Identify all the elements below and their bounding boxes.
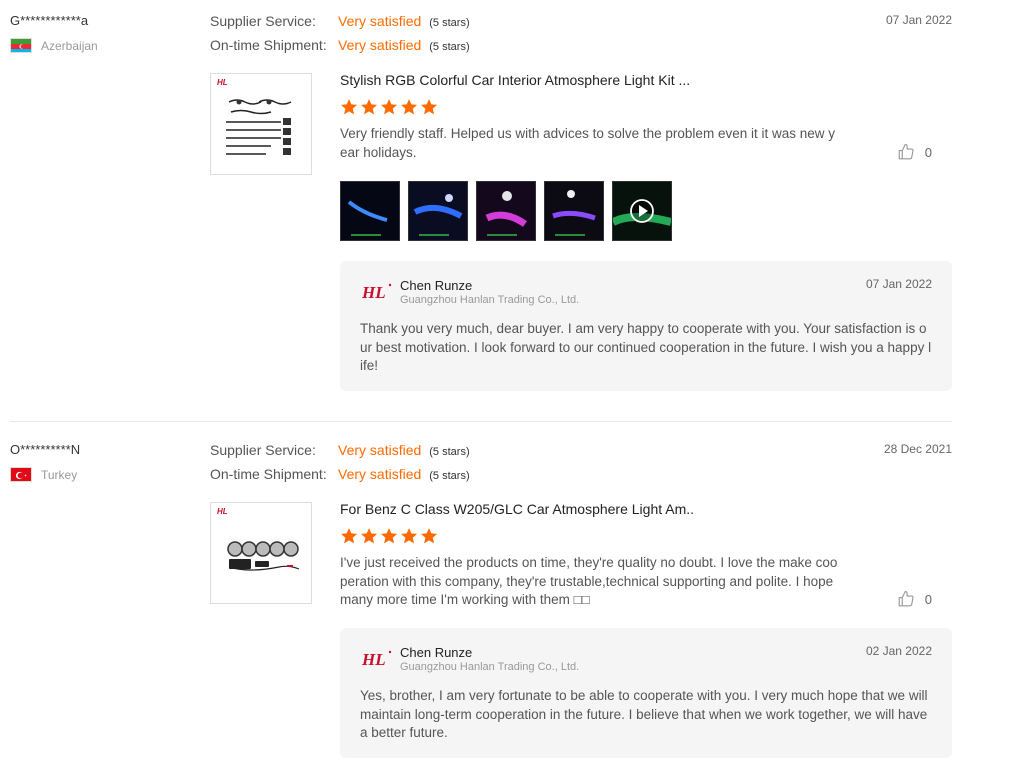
rating-stars-count: (5 stars) bbox=[429, 446, 470, 458]
rating-label: On-time Shipment: bbox=[210, 37, 327, 53]
supplier-logo: HL bbox=[361, 283, 392, 302]
review-item: G************a Azerbaijan Supplier Servi… bbox=[10, 0, 952, 420]
supplier-logo-text: HL bbox=[361, 650, 386, 669]
buyer-name: G************a bbox=[10, 13, 89, 28]
rating-label: On-time Shipment: bbox=[210, 466, 327, 482]
rating-stars-count: (5 stars) bbox=[429, 470, 470, 482]
shipment-rating: On-time Shipment: Very satisfied (5 star… bbox=[210, 37, 470, 53]
like-count: 0 bbox=[924, 144, 932, 160]
reply-author-name: Chen Runze bbox=[400, 645, 473, 660]
review-date: 07 Jan 2022 bbox=[885, 13, 952, 27]
rating-value: Very satisfied bbox=[338, 13, 422, 29]
star-icon bbox=[361, 528, 378, 544]
review-photos bbox=[340, 181, 672, 241]
review-divider bbox=[10, 421, 952, 422]
thumbs-up-icon bbox=[898, 590, 914, 607]
rating-value: Very satisfied bbox=[338, 466, 422, 482]
supplier-reply: HL Chen Runze Guangzhou Hanlan Trading C… bbox=[340, 261, 952, 391]
review-rating-stars bbox=[340, 98, 438, 116]
shipment-rating: On-time Shipment: Very satisfied (5 star… bbox=[210, 466, 470, 482]
supplier-logo: HL bbox=[361, 650, 392, 669]
review-text: I've just received the products on time,… bbox=[340, 555, 838, 607]
star-icon bbox=[421, 528, 438, 544]
turkey-flag-icon bbox=[10, 467, 32, 482]
star-icon bbox=[401, 528, 418, 544]
supplier-reply: HL Chen Runze Guangzhou Hanlan Trading C… bbox=[340, 628, 952, 758]
rating-stars-count: (5 stars) bbox=[429, 17, 470, 29]
azerbaijan-flag-icon bbox=[10, 38, 32, 53]
rating-stars-count: (5 stars) bbox=[429, 41, 470, 53]
star-icon bbox=[381, 528, 398, 544]
reply-company-name: Guangzhou Hanlan Trading Co., Ltd. bbox=[400, 294, 580, 306]
buyer-name: O**********N bbox=[10, 442, 81, 457]
supplier-logo-text: HL bbox=[361, 283, 386, 302]
reply-date: 07 Jan 2022 bbox=[865, 277, 932, 291]
reply-text: Thank you very much, dear buyer. I am ve… bbox=[360, 321, 932, 373]
product-image: HL bbox=[217, 507, 300, 571]
product-brand-mark: HL bbox=[217, 78, 228, 87]
rating-label: Supplier Service: bbox=[210, 442, 316, 458]
thumbs-up-icon bbox=[898, 143, 914, 160]
star-icon bbox=[381, 99, 398, 115]
review-photo[interactable] bbox=[476, 181, 536, 241]
supplier-service-rating: Supplier Service: Very satisfied (5 star… bbox=[210, 442, 470, 458]
rating-value: Very satisfied bbox=[338, 442, 422, 458]
reply-company-name: Guangzhou Hanlan Trading Co., Ltd. bbox=[400, 661, 580, 673]
star-icon bbox=[341, 99, 358, 115]
product-title[interactable]: Stylish RGB Colorful Car Interior Atmosp… bbox=[340, 72, 690, 88]
review-photo[interactable] bbox=[408, 181, 468, 241]
product-image: HL bbox=[217, 78, 292, 155]
review-photo[interactable] bbox=[340, 181, 400, 241]
star-icon bbox=[401, 99, 418, 115]
product-thumbnail[interactable]: HL bbox=[210, 73, 312, 175]
review-photo[interactable] bbox=[544, 181, 604, 241]
review-text: Very friendly staff. Helped us with advi… bbox=[340, 126, 835, 160]
star-icon bbox=[341, 528, 358, 544]
star-icon bbox=[361, 99, 378, 115]
country-name: Azerbaijan bbox=[41, 38, 98, 53]
product-thumbnail[interactable]: HL bbox=[210, 502, 312, 604]
reply-text: Yes, brother, I am very fortunate to be … bbox=[360, 688, 928, 740]
rating-value: Very satisfied bbox=[338, 37, 422, 53]
buyer-country: Azerbaijan bbox=[10, 38, 98, 53]
rating-label: Supplier Service: bbox=[210, 13, 316, 29]
buyer-country: Turkey bbox=[10, 467, 77, 482]
review-item: O**********N Turkey Supplier Service: Ve… bbox=[10, 429, 952, 768]
star-icon bbox=[421, 99, 438, 115]
product-brand-mark: HL bbox=[217, 507, 228, 516]
review-date: 28 Dec 2021 bbox=[883, 442, 952, 456]
like-count: 0 bbox=[924, 591, 932, 607]
supplier-service-rating: Supplier Service: Very satisfied (5 star… bbox=[210, 13, 470, 29]
product-title[interactable]: For Benz C Class W205/GLC Car Atmosphere… bbox=[340, 501, 694, 517]
country-name: Turkey bbox=[41, 467, 78, 482]
review-rating-stars bbox=[340, 527, 438, 545]
review-video[interactable] bbox=[612, 181, 672, 241]
reply-author-name: Chen Runze bbox=[400, 278, 473, 293]
like-button[interactable]: 0 bbox=[897, 143, 932, 161]
play-icon bbox=[630, 199, 654, 223]
like-button[interactable]: 0 bbox=[897, 590, 932, 608]
reply-date: 02 Jan 2022 bbox=[865, 644, 932, 658]
